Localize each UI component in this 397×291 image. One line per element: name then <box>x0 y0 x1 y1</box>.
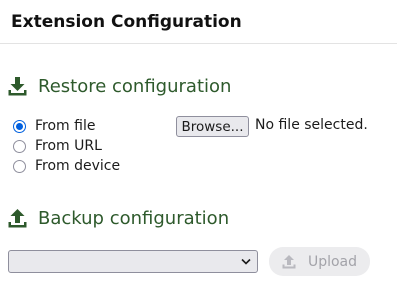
from-file-option[interactable]: From file <box>13 117 95 135</box>
from-device-option[interactable]: From device <box>13 157 120 175</box>
upload-button[interactable]: Upload <box>269 247 370 276</box>
chevron-down-icon <box>241 258 251 265</box>
from-device-radio[interactable] <box>13 159 26 173</box>
upload-icon <box>8 208 27 227</box>
upload-icon <box>282 254 296 268</box>
browse-button[interactable]: Browse... <box>176 116 249 137</box>
restore-section-title: Restore configuration <box>38 75 232 97</box>
from-file-label[interactable]: From file <box>35 118 95 134</box>
header: Extension Configuration <box>0 0 397 44</box>
extension-configuration-page: Extension Configuration Restore configur… <box>0 0 397 291</box>
backup-select[interactable] <box>8 250 258 273</box>
from-device-label[interactable]: From device <box>35 158 120 174</box>
page-title: Extension Configuration <box>11 12 242 32</box>
from-file-radio[interactable] <box>13 119 26 133</box>
from-url-label[interactable]: From URL <box>35 138 102 154</box>
backup-section-title: Backup configuration <box>38 207 230 229</box>
upload-button-label: Upload <box>307 253 358 270</box>
download-icon <box>8 76 27 95</box>
file-status-text: No file selected. <box>255 117 368 133</box>
backup-section-heading: Backup configuration <box>8 206 229 230</box>
from-url-radio[interactable] <box>13 139 26 153</box>
from-url-option[interactable]: From URL <box>13 137 102 155</box>
restore-section-heading: Restore configuration <box>8 74 231 98</box>
